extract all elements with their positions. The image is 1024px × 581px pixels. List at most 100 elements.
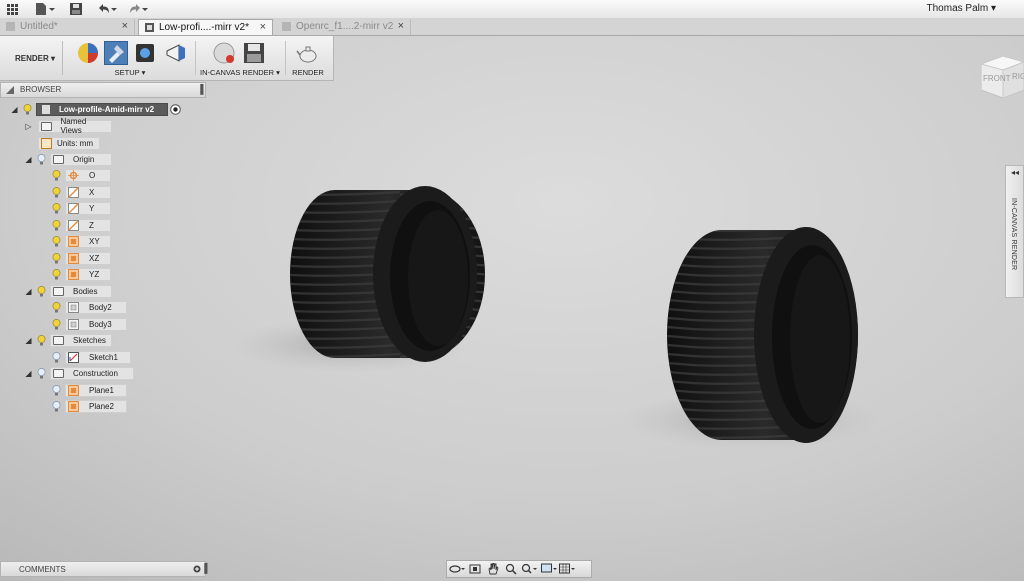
visibility-bulb-icon[interactable] bbox=[52, 202, 61, 214]
tab-untitled[interactable]: Untitled* × bbox=[0, 19, 135, 35]
workspace-switcher[interactable]: RENDER ▾ bbox=[8, 41, 63, 75]
visibility-bulb-icon[interactable] bbox=[37, 285, 46, 297]
expand-triangle-icon[interactable]: ◢ bbox=[24, 369, 33, 378]
tree-origin-plane-xy[interactable]: XY bbox=[52, 234, 111, 248]
comments-panel-header[interactable]: COMMENTS ▐ bbox=[0, 561, 207, 577]
setup-group-label[interactable]: SETUP ▾ bbox=[104, 68, 156, 77]
viewcube-right-face[interactable]: RIGHT bbox=[1012, 72, 1024, 81]
in-canvas-render-group-label[interactable]: IN-CANVAS RENDER ▾ bbox=[198, 68, 282, 77]
display-settings-icon[interactable] bbox=[541, 562, 557, 576]
redo-icon[interactable] bbox=[127, 1, 149, 17]
render-group-label[interactable]: RENDER bbox=[286, 68, 330, 77]
tree-origin[interactable]: ◢ Origin bbox=[24, 152, 112, 166]
scene-settings-icon[interactable] bbox=[76, 41, 100, 65]
body-label: Body2 bbox=[89, 302, 112, 312]
visibility-bulb-icon[interactable] bbox=[52, 351, 61, 363]
origin-label: Origin bbox=[73, 154, 95, 164]
tree-origin-axis-y[interactable]: Y bbox=[52, 201, 111, 215]
tab-openrc[interactable]: Openrc_f1....2-mirr v2 × bbox=[276, 19, 411, 35]
origin-item-label: XZ bbox=[89, 253, 100, 263]
visibility-bulb-icon[interactable] bbox=[52, 384, 61, 396]
tree-construction[interactable]: ◢ Construction bbox=[24, 366, 134, 380]
tab-label: Low-profi....-mirr v2* bbox=[159, 22, 250, 33]
tree-units[interactable]: Units: mm bbox=[38, 136, 100, 150]
undo-icon[interactable] bbox=[96, 1, 118, 17]
tree-plane-2[interactable]: Plane2 bbox=[52, 399, 127, 413]
pan-hand-icon[interactable] bbox=[485, 562, 501, 576]
look-at-icon[interactable] bbox=[467, 562, 483, 576]
body-icon bbox=[68, 318, 79, 330]
close-icon[interactable]: × bbox=[260, 21, 266, 33]
in-canvas-render-panel[interactable]: ◂◂ IN-CANVAS RENDER bbox=[1005, 165, 1024, 298]
expand-triangle-icon[interactable]: ◢ bbox=[10, 105, 19, 114]
tree-body-2[interactable]: Body2 bbox=[52, 300, 127, 314]
document-icon bbox=[145, 23, 154, 32]
zoom-icon[interactable] bbox=[503, 562, 519, 576]
tree-root[interactable]: ◢ Low-profile-Amid-mirr v2 bbox=[10, 102, 181, 116]
origin-item-label: X bbox=[89, 187, 95, 197]
environment-library-icon[interactable] bbox=[134, 41, 158, 65]
tree-sketch-1[interactable]: Sketch1 bbox=[52, 350, 131, 364]
viewcube[interactable]: FRONT RIGHT bbox=[981, 50, 1024, 98]
tree-origin-plane-yz[interactable]: YZ bbox=[52, 267, 111, 281]
pin-icon[interactable]: ▐ bbox=[197, 84, 203, 94]
visibility-bulb-icon[interactable] bbox=[52, 219, 61, 231]
tree-origin-point[interactable]: O bbox=[52, 168, 111, 182]
visibility-bulb-icon[interactable] bbox=[52, 400, 61, 412]
visibility-bulb-icon[interactable] bbox=[37, 153, 46, 165]
expand-triangle-icon[interactable]: ▷ bbox=[24, 122, 33, 131]
expand-triangle-icon[interactable]: ◢ bbox=[24, 287, 33, 296]
orbit-icon[interactable] bbox=[449, 562, 465, 576]
collapse-triangle-icon[interactable] bbox=[6, 86, 14, 94]
tree-origin-plane-xz[interactable]: XZ bbox=[52, 251, 111, 265]
capture-image-icon[interactable] bbox=[242, 41, 266, 65]
folder-icon bbox=[41, 121, 52, 131]
tree-named-views[interactable]: ▷ Named Views bbox=[24, 117, 112, 135]
close-icon[interactable]: × bbox=[398, 20, 404, 32]
visibility-bulb-icon[interactable] bbox=[52, 169, 61, 181]
fit-zoom-icon[interactable] bbox=[521, 562, 537, 576]
user-menu[interactable]: Thomas Palm ▾ bbox=[927, 3, 996, 14]
expand-triangle-icon[interactable]: ◢ bbox=[24, 336, 33, 345]
apps-grid-icon[interactable] bbox=[5, 1, 19, 17]
comments-title: COMMENTS bbox=[19, 565, 66, 574]
activate-radio-icon[interactable] bbox=[170, 103, 181, 115]
visibility-bulb-icon[interactable] bbox=[37, 334, 46, 346]
expand-arrows-icon[interactable]: ◂◂ bbox=[1011, 168, 1019, 177]
visibility-bulb-icon[interactable] bbox=[52, 235, 61, 247]
origin-item-label: Z bbox=[89, 220, 94, 230]
in-canvas-render-icon[interactable] bbox=[212, 41, 236, 65]
close-icon[interactable]: × bbox=[122, 20, 128, 32]
tree-body-3[interactable]: Body3 bbox=[52, 317, 127, 331]
tree-sketches[interactable]: ◢ Sketches bbox=[24, 333, 112, 347]
sketch-icon bbox=[68, 351, 79, 363]
add-comment-icon[interactable] bbox=[193, 565, 201, 573]
sketch-label: Sketch1 bbox=[89, 352, 118, 362]
plane-icon bbox=[68, 268, 79, 280]
visibility-bulb-icon[interactable] bbox=[52, 268, 61, 280]
visibility-bulb-icon[interactable] bbox=[52, 318, 61, 330]
tree-origin-axis-z[interactable]: Z bbox=[52, 218, 111, 232]
visibility-bulb-icon[interactable] bbox=[52, 301, 61, 313]
file-menu-icon[interactable] bbox=[34, 1, 56, 17]
origin-point-icon bbox=[68, 169, 79, 181]
browser-panel-header[interactable]: BROWSER ▐ bbox=[0, 82, 206, 98]
named-views-label: Named Views bbox=[60, 117, 87, 135]
render-teapot-icon[interactable] bbox=[296, 41, 320, 65]
visibility-bulb-icon[interactable] bbox=[37, 367, 46, 379]
appearance-icon[interactable] bbox=[104, 41, 128, 65]
expand-triangle-icon[interactable]: ◢ bbox=[24, 155, 33, 164]
grid-settings-icon[interactable] bbox=[559, 562, 575, 576]
tree-origin-axis-x[interactable]: X bbox=[52, 185, 111, 199]
save-icon[interactable] bbox=[68, 1, 84, 17]
folder-icon bbox=[53, 286, 64, 296]
decal-icon[interactable] bbox=[164, 41, 188, 65]
visibility-bulb-icon[interactable] bbox=[23, 103, 32, 115]
tree-bodies[interactable]: ◢ Bodies bbox=[24, 284, 112, 298]
tree-plane-1[interactable]: Plane1 bbox=[52, 383, 127, 397]
tab-low-profile[interactable]: Low-profi....-mirr v2* × bbox=[138, 19, 273, 35]
pin-icon[interactable]: ▐ bbox=[201, 563, 207, 573]
visibility-bulb-icon[interactable] bbox=[52, 186, 61, 198]
visibility-bulb-icon[interactable] bbox=[52, 252, 61, 264]
viewcube-front-face[interactable]: FRONT bbox=[983, 74, 1011, 83]
